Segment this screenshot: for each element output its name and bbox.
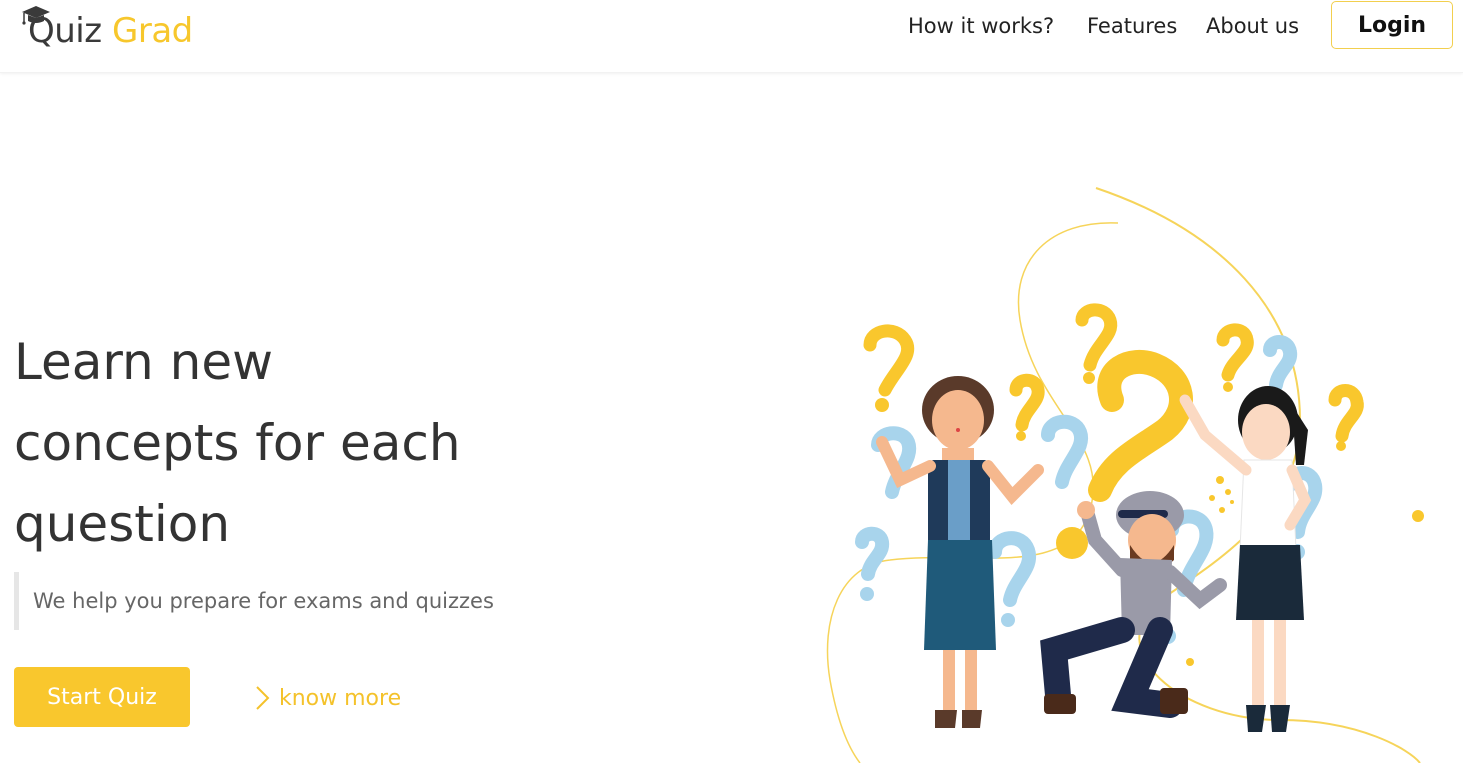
- hero-illustration: [826, 187, 1424, 763]
- hero-title-line-1: Learn new: [14, 333, 273, 391]
- chevron-right-icon: [256, 686, 270, 710]
- hero-title-line-3: question: [14, 495, 231, 553]
- know-more-label: know more: [279, 685, 402, 711]
- hero-title: Learn new concepts for each question: [14, 322, 534, 565]
- know-more-link[interactable]: know more: [253, 681, 401, 715]
- nav-link-features[interactable]: Features: [1087, 14, 1177, 38]
- nav-link-how-it-works[interactable]: How it works?: [908, 14, 1054, 38]
- man-kneeling-figure: [1040, 491, 1227, 718]
- login-button[interactable]: Login: [1331, 1, 1453, 49]
- logo[interactable]: Quiz Grad: [18, 2, 218, 62]
- logo-text-quiz: Quiz: [28, 11, 102, 51]
- woman-left-figure: [876, 376, 1044, 728]
- navbar: Quiz Grad How it works? Features About u…: [0, 0, 1463, 73]
- nav-link-about-us[interactable]: About us: [1206, 14, 1299, 38]
- start-quiz-button[interactable]: Start Quiz: [14, 667, 190, 727]
- hero-subtitle: We help you prepare for exams and quizze…: [33, 589, 494, 613]
- logo-text-grad: Grad: [112, 11, 193, 51]
- hero-title-line-2: concepts for each: [14, 414, 461, 472]
- question-mark-large-yellow: [1088, 349, 1193, 502]
- hero-subtitle-block: We help you prepare for exams and quizze…: [14, 572, 514, 630]
